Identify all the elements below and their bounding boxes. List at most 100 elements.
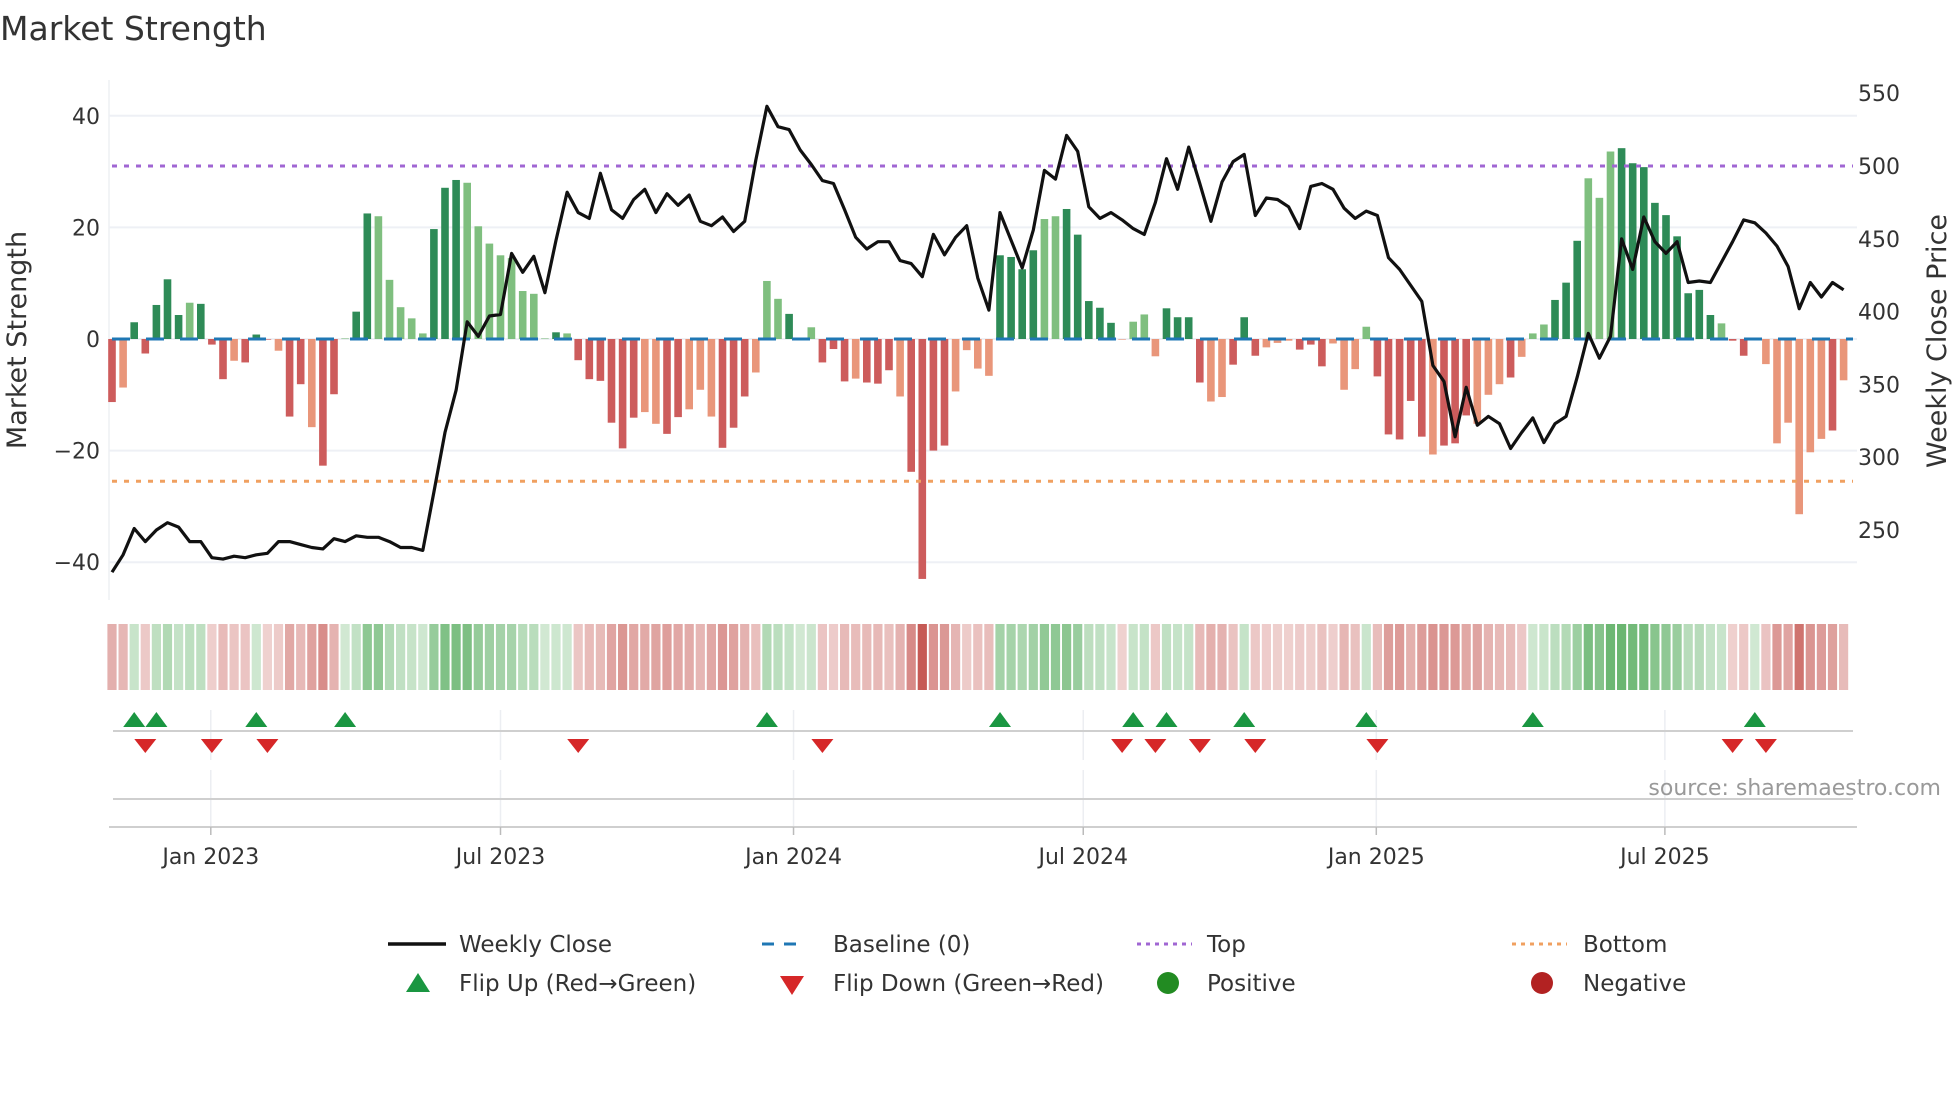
strength-bar [840, 339, 849, 382]
heatmap-cell [562, 624, 572, 690]
triangle-up-icon [406, 973, 430, 992]
strength-bar [1784, 339, 1792, 423]
strength-bar [1762, 339, 1770, 365]
heatmap-cell [229, 624, 239, 690]
y2-tick-label: 550 [1858, 82, 1900, 107]
chart-title: Market Strength [0, 9, 267, 48]
strength-bar [729, 339, 738, 428]
heatmap-cell [218, 624, 228, 690]
heatmap-cell [384, 624, 395, 690]
strength-bar [1207, 339, 1215, 402]
strength-bar [807, 327, 816, 339]
flip-markers [113, 712, 1853, 800]
triangle-down-icon [780, 976, 804, 995]
flip-down-marker [256, 739, 279, 753]
strength-heatmap-strip [107, 624, 1849, 690]
strength-bar [707, 339, 716, 417]
heatmap-cell [1561, 624, 1571, 690]
flip-down-marker [1366, 739, 1389, 753]
heatmap-cell [851, 624, 861, 690]
strength-bar [774, 298, 782, 339]
strength-bar [1118, 339, 1126, 340]
heatmap-cell [285, 624, 295, 690]
heatmap-cell [1672, 624, 1682, 690]
heatmap-cell [240, 624, 250, 690]
flip-down-marker [567, 739, 590, 753]
heatmap-cell [973, 624, 983, 690]
y2-tick-label: 350 [1858, 373, 1900, 398]
heatmap-cell [751, 624, 761, 690]
heatmap-cell [917, 624, 927, 690]
strength-bar [197, 303, 205, 339]
heatmap-cell [1228, 624, 1238, 690]
strength-bar [330, 339, 338, 395]
heatmap-cell [351, 624, 361, 690]
heatmap-cell [1150, 624, 1160, 690]
strength-bar [1684, 293, 1692, 339]
heatmap-cell [1350, 624, 1360, 690]
x-tick-label: Jul 2024 [1036, 845, 1128, 870]
strength-bar [1140, 314, 1149, 339]
strength-bar [174, 315, 183, 339]
legend-item-baseline[interactable]: Baseline (0) [762, 932, 970, 958]
strength-bar [1196, 339, 1204, 383]
legend-item-flip-up[interactable]: Flip Up (Red→Green) [406, 971, 696, 997]
heatmap-cell [1050, 624, 1061, 690]
heatmap-cell [551, 624, 561, 690]
legend-label: Bottom [1583, 932, 1667, 958]
legend-item-weekly-close[interactable]: Weekly Close [388, 932, 612, 958]
heatmap-cell [296, 624, 306, 690]
heatmap-cell [618, 624, 628, 690]
legend-item-positive[interactable]: Positive [1157, 971, 1296, 997]
strength-bar [596, 339, 605, 381]
strength-bar [141, 339, 150, 354]
legend-item-negative[interactable]: Negative [1531, 971, 1686, 997]
legend-item-flip-down[interactable]: Flip Down (Green→Red) [780, 971, 1104, 997]
strength-bars [108, 148, 1848, 579]
heatmap-cell [862, 624, 872, 690]
heatmap-cell [1750, 624, 1760, 690]
heatmap-cell [1494, 624, 1505, 690]
heatmap-cell [1261, 624, 1271, 690]
heatmap-cell [407, 624, 417, 690]
y2-tick-label: 400 [1858, 301, 1900, 326]
strength-bar [474, 226, 483, 339]
legend-item-top[interactable]: Top [1137, 932, 1246, 958]
heatmap-cell [162, 624, 173, 690]
strength-bar [1329, 339, 1337, 344]
heatmap-cell [1250, 624, 1260, 690]
heatmap-cell [251, 624, 261, 690]
market-strength-chart: Market Strength Market Strength Weekly C… [0, 9, 1953, 997]
strength-bar [1007, 256, 1015, 339]
heatmap-cell [817, 624, 827, 690]
strength-bar [1384, 339, 1393, 435]
flip-up-marker [1155, 712, 1178, 727]
strength-bar [430, 229, 438, 339]
y2-tick-label: 300 [1858, 446, 1900, 471]
strength-bar [663, 339, 671, 434]
heatmap-cell [1339, 624, 1349, 690]
strength-bar [1540, 324, 1548, 339]
strength-bar [1495, 339, 1504, 385]
strength-bar [1573, 240, 1581, 339]
heatmap-cell [1161, 624, 1172, 690]
strength-bar [785, 313, 793, 339]
heatmap-cell [939, 624, 950, 690]
strength-bar [574, 339, 582, 361]
heatmap-cell [662, 624, 672, 690]
heatmap-cell [1217, 624, 1227, 690]
heatmap-cell [1783, 624, 1793, 690]
heatmap-cell [1006, 624, 1016, 690]
legend-item-bottom[interactable]: Bottom [1512, 932, 1667, 958]
gridlines [109, 114, 1857, 827]
heatmap-cell [1550, 624, 1560, 690]
strength-bar [641, 339, 649, 413]
y2-tick-label: 450 [1858, 228, 1900, 253]
strength-bar [230, 339, 238, 361]
strength-bar [1839, 339, 1848, 381]
heatmap-cell [518, 624, 528, 690]
heatmap-cell [1372, 624, 1382, 690]
strength-bar [1107, 322, 1115, 339]
heatmap-cell [1095, 624, 1105, 690]
heatmap-cell [828, 624, 839, 690]
